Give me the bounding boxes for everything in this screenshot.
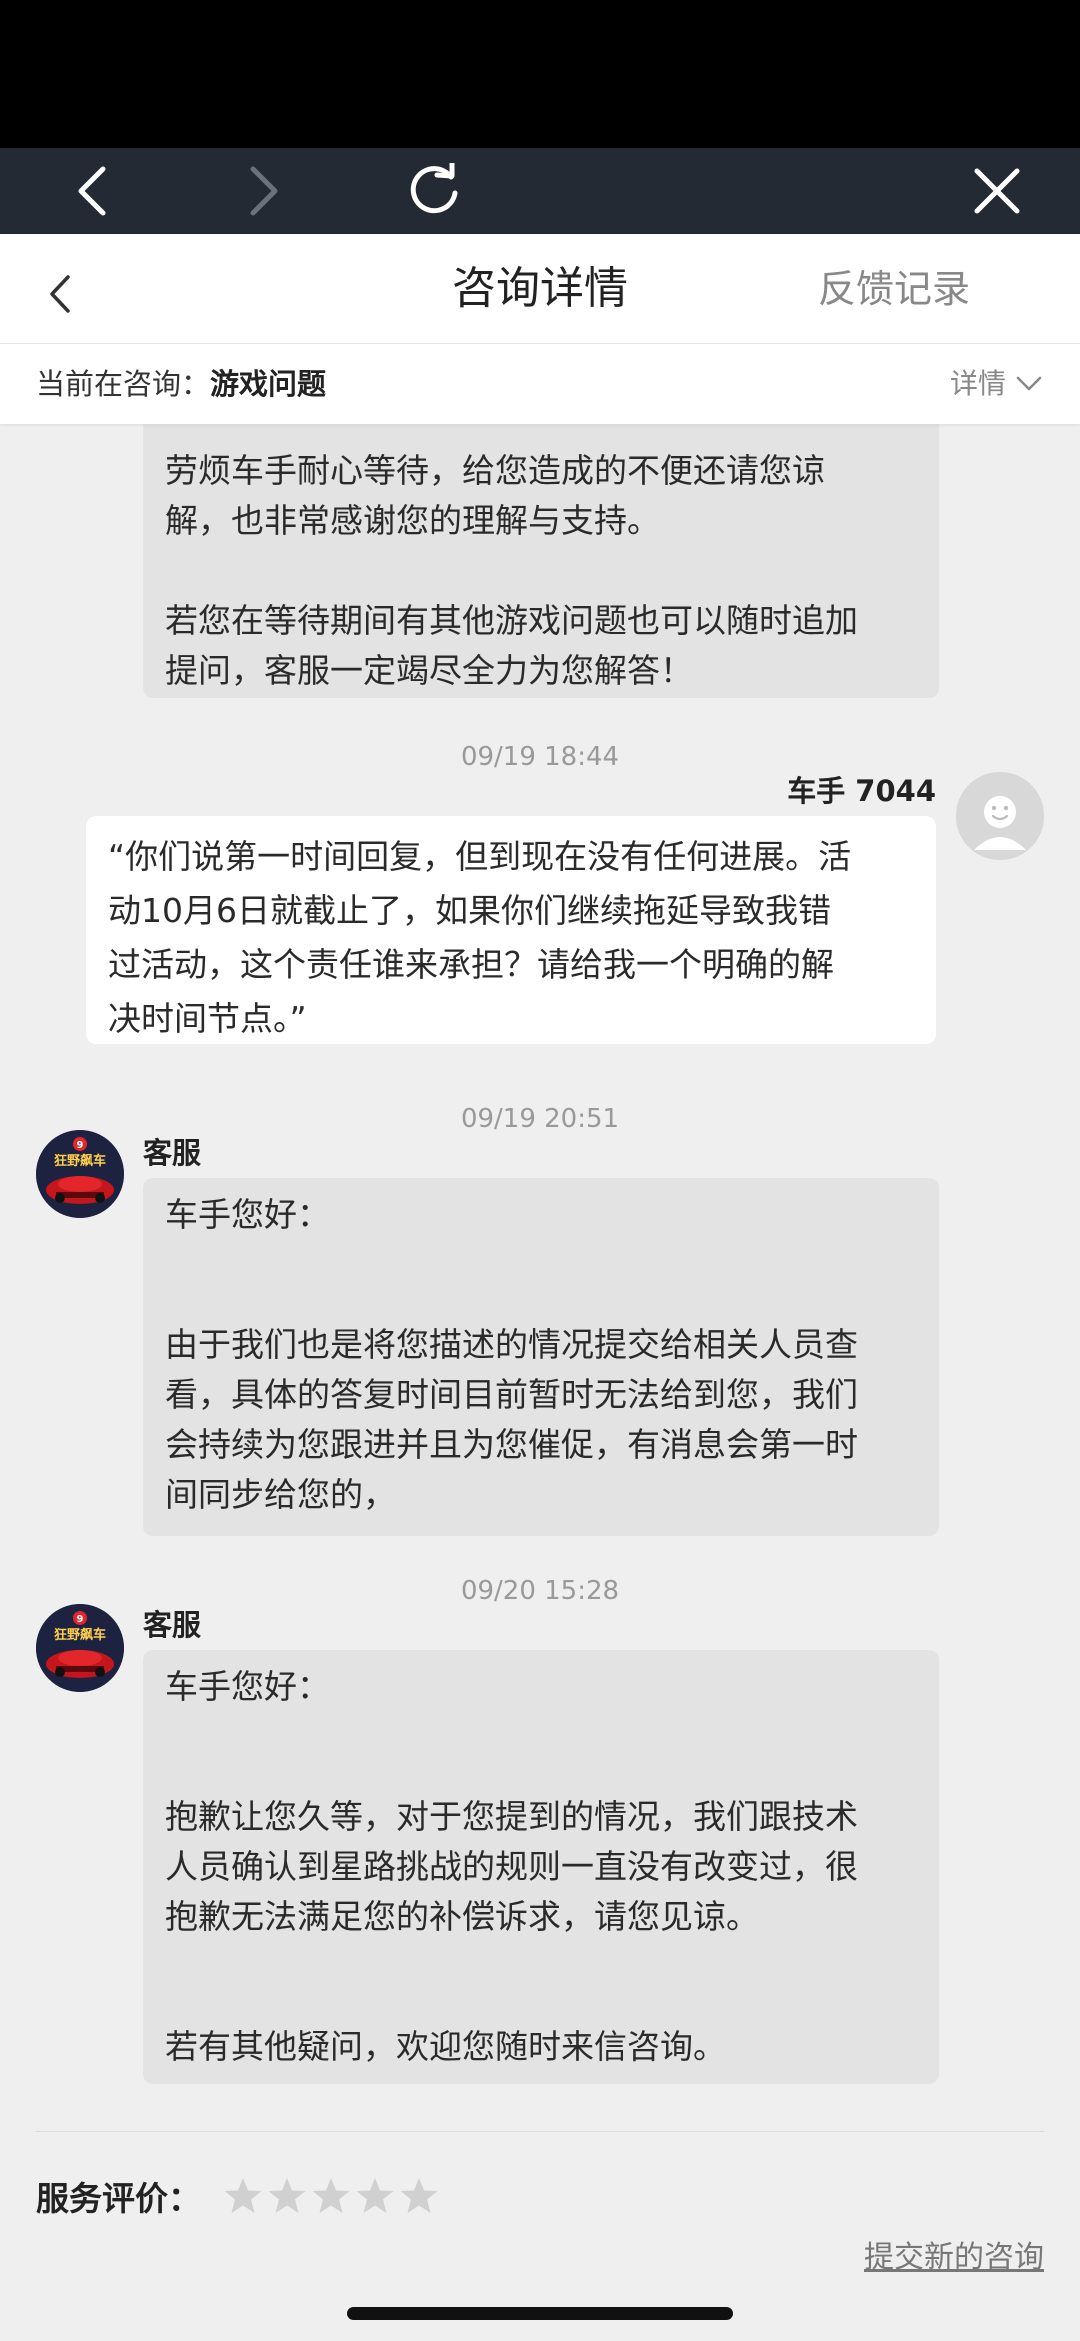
svg-text:狂野飙车: 狂野飙车 — [54, 1153, 106, 1169]
submit-new-consult-link[interactable]: 提交新的咨询 — [864, 2232, 1044, 2276]
star-icon[interactable] — [267, 2176, 307, 2216]
message-paragraph: 车手您好： — [165, 1667, 330, 1706]
message-text: “你们说第一时间回复，但到现在没有任何进展。活 动10月6日就截止了，如果你们继… — [108, 837, 852, 1038]
agent-message-bubble: 车手您好： 抱歉让您久等，对于您提到的情况，我们跟技术 人员确认到星路挑战的规则… — [143, 1650, 939, 2084]
feedback-record-link[interactable]: 反馈记录 — [818, 234, 970, 344]
message-paragraph: 若有其他疑问，欢迎您随时来信咨询。 — [165, 2027, 726, 2066]
agent-avatar[interactable]: 9 狂野飙车 — [36, 1604, 124, 1692]
chevron-down-icon — [1016, 376, 1042, 391]
service-rating: 服务评价： — [36, 2166, 443, 2226]
home-indicator[interactable] — [347, 2307, 733, 2320]
smiley-avatar-icon — [956, 772, 1044, 860]
chevron-left-icon — [78, 166, 106, 216]
detail-label: 详情 — [949, 367, 1006, 400]
status-bar — [0, 0, 1080, 148]
refresh-icon — [410, 163, 458, 214]
game-logo-icon: 9 狂野飙车 — [36, 1604, 124, 1692]
agent-avatar[interactable]: 9 狂野飙车 — [36, 1130, 124, 1218]
browser-forward-button[interactable] — [218, 148, 308, 234]
agent-name: 客服 — [143, 1608, 202, 1642]
message-paragraph: 车手您好： — [165, 1195, 330, 1234]
message-paragraph: 劳烦车手耐心等待，给您造成的不便还请您谅 解，也非常感谢您的理解与支持。 — [165, 451, 825, 540]
consult-label: 当前在咨询： — [36, 367, 211, 401]
user-avatar[interactable] — [956, 772, 1044, 860]
svg-text:狂野飙车: 狂野飙车 — [54, 1627, 106, 1643]
game-logo-icon: 9 狂野飙车 — [36, 1130, 124, 1218]
star-icon[interactable] — [355, 2176, 395, 2216]
agent-message-bubble: 车手您好： 由于我们也是将您描述的情况提交给相关人员查 看，具体的答复时间目前暂… — [143, 1178, 939, 1536]
user-message-bubble: “你们说第一时间回复，但到现在没有任何进展。活 动10月6日就截止了，如果你们继… — [86, 816, 936, 1044]
browser-back-button[interactable] — [48, 148, 138, 234]
star-icon[interactable] — [399, 2176, 439, 2216]
star-icon[interactable] — [311, 2176, 351, 2216]
chevron-right-icon — [250, 166, 278, 216]
star-icon[interactable] — [223, 2176, 263, 2216]
detail-toggle[interactable]: 详情 — [950, 344, 1042, 424]
consult-topic: 当前在咨询：游戏问题 — [36, 344, 326, 424]
svg-text:9: 9 — [77, 1140, 84, 1151]
browser-close-button[interactable] — [952, 148, 1042, 234]
svg-text:9: 9 — [77, 1614, 84, 1625]
message-paragraph: 由于我们也是将您描述的情况提交给相关人员查 看，具体的答复时间目前暂时无法给到您… — [165, 1325, 858, 1514]
chat-thread: 劳烦车手耐心等待，给您造成的不便还请您谅 解，也非常感谢您的理解与支持。 若您在… — [0, 424, 1080, 2104]
message-paragraph: 若您在等待期间有其他游戏问题也可以随时追加 提问，客服一定竭尽全力为您解答！ — [165, 601, 858, 690]
agent-message-bubble: 劳烦车手耐心等待，给您造成的不便还请您谅 解，也非常感谢您的理解与支持。 若您在… — [143, 424, 939, 698]
message-paragraph: 抱歉让您久等，对于您提到的情况，我们跟技术 人员确认到星路挑战的规则一直没有改变… — [165, 1797, 858, 1936]
close-icon — [974, 168, 1020, 214]
rating-label: 服务评价： — [36, 2179, 201, 2218]
user-name: 车手 7044 — [787, 774, 936, 808]
current-consult-bar: 当前在咨询：游戏问题 详情 — [0, 344, 1080, 424]
agent-name: 客服 — [143, 1136, 202, 1170]
page-header: 咨询详情 反馈记录 — [0, 234, 1080, 344]
divider — [36, 2131, 1044, 2132]
consult-topic-value: 游戏问题 — [210, 367, 327, 401]
browser-toolbar — [0, 148, 1080, 234]
browser-refresh-button[interactable] — [390, 148, 480, 234]
